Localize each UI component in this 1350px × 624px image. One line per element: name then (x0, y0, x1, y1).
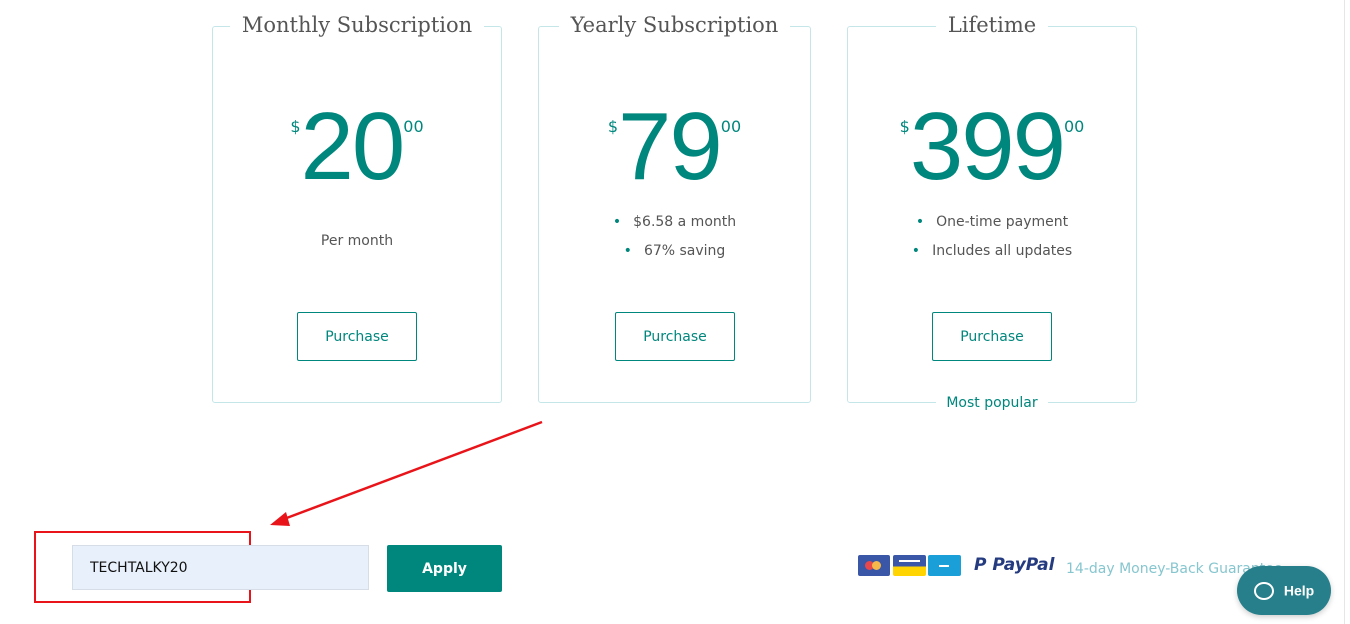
apply-coupon-button[interactable]: Apply (387, 545, 502, 592)
scrollbar[interactable] (1344, 0, 1345, 624)
coupon-input[interactable] (72, 545, 369, 590)
visa-card-icon (893, 555, 926, 576)
amex-card-icon (928, 555, 961, 576)
mastercard-icon (858, 555, 890, 576)
chat-bubble-icon (1253, 581, 1274, 600)
help-button[interactable]: Help (1237, 566, 1331, 615)
help-label: Help (1283, 582, 1315, 599)
paypal-logo: P PayPal (974, 555, 1055, 575)
